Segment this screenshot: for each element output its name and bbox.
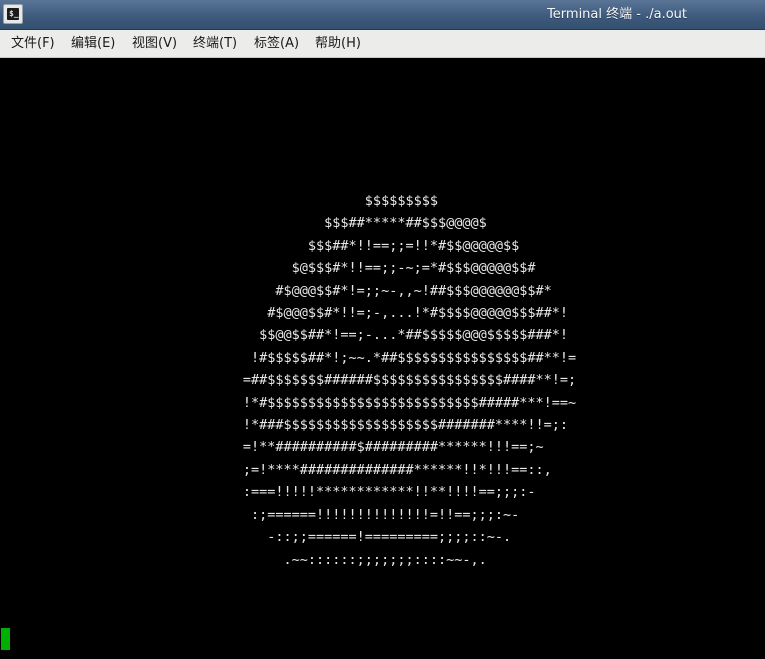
menu-terminal[interactable]: 终端(T): [193, 30, 237, 57]
menu-tabs[interactable]: 标签(A): [254, 30, 299, 57]
window-titlebar[interactable]: $_ Terminal 终端 - ./a.out: [0, 0, 765, 30]
terminal-icon-screen: $_: [7, 8, 19, 20]
terminal-cursor: [1, 628, 10, 650]
terminal-icon-prompt: $_: [9, 9, 19, 18]
menu-edit[interactable]: 编辑(E): [71, 30, 115, 57]
menu-view[interactable]: 视图(V): [132, 30, 177, 57]
menu-bar: 文件(F) 编辑(E) 视图(V) 终端(T) 标签(A) 帮助(H): [0, 30, 765, 58]
menu-help[interactable]: 帮助(H): [315, 30, 361, 57]
terminal-output: $$$$$$$$$ $$$##*****##$$$@@@@$ $$$##*!!=…: [242, 193, 577, 568]
menu-file[interactable]: 文件(F): [11, 30, 55, 57]
terminal-icon[interactable]: $_: [3, 4, 23, 24]
window-title: Terminal 终端 - ./a.out: [547, 7, 687, 22]
terminal-area[interactable]: $$$$$$$$$ $$$##*****##$$$@@@@$ $$$##*!!=…: [0, 58, 765, 659]
